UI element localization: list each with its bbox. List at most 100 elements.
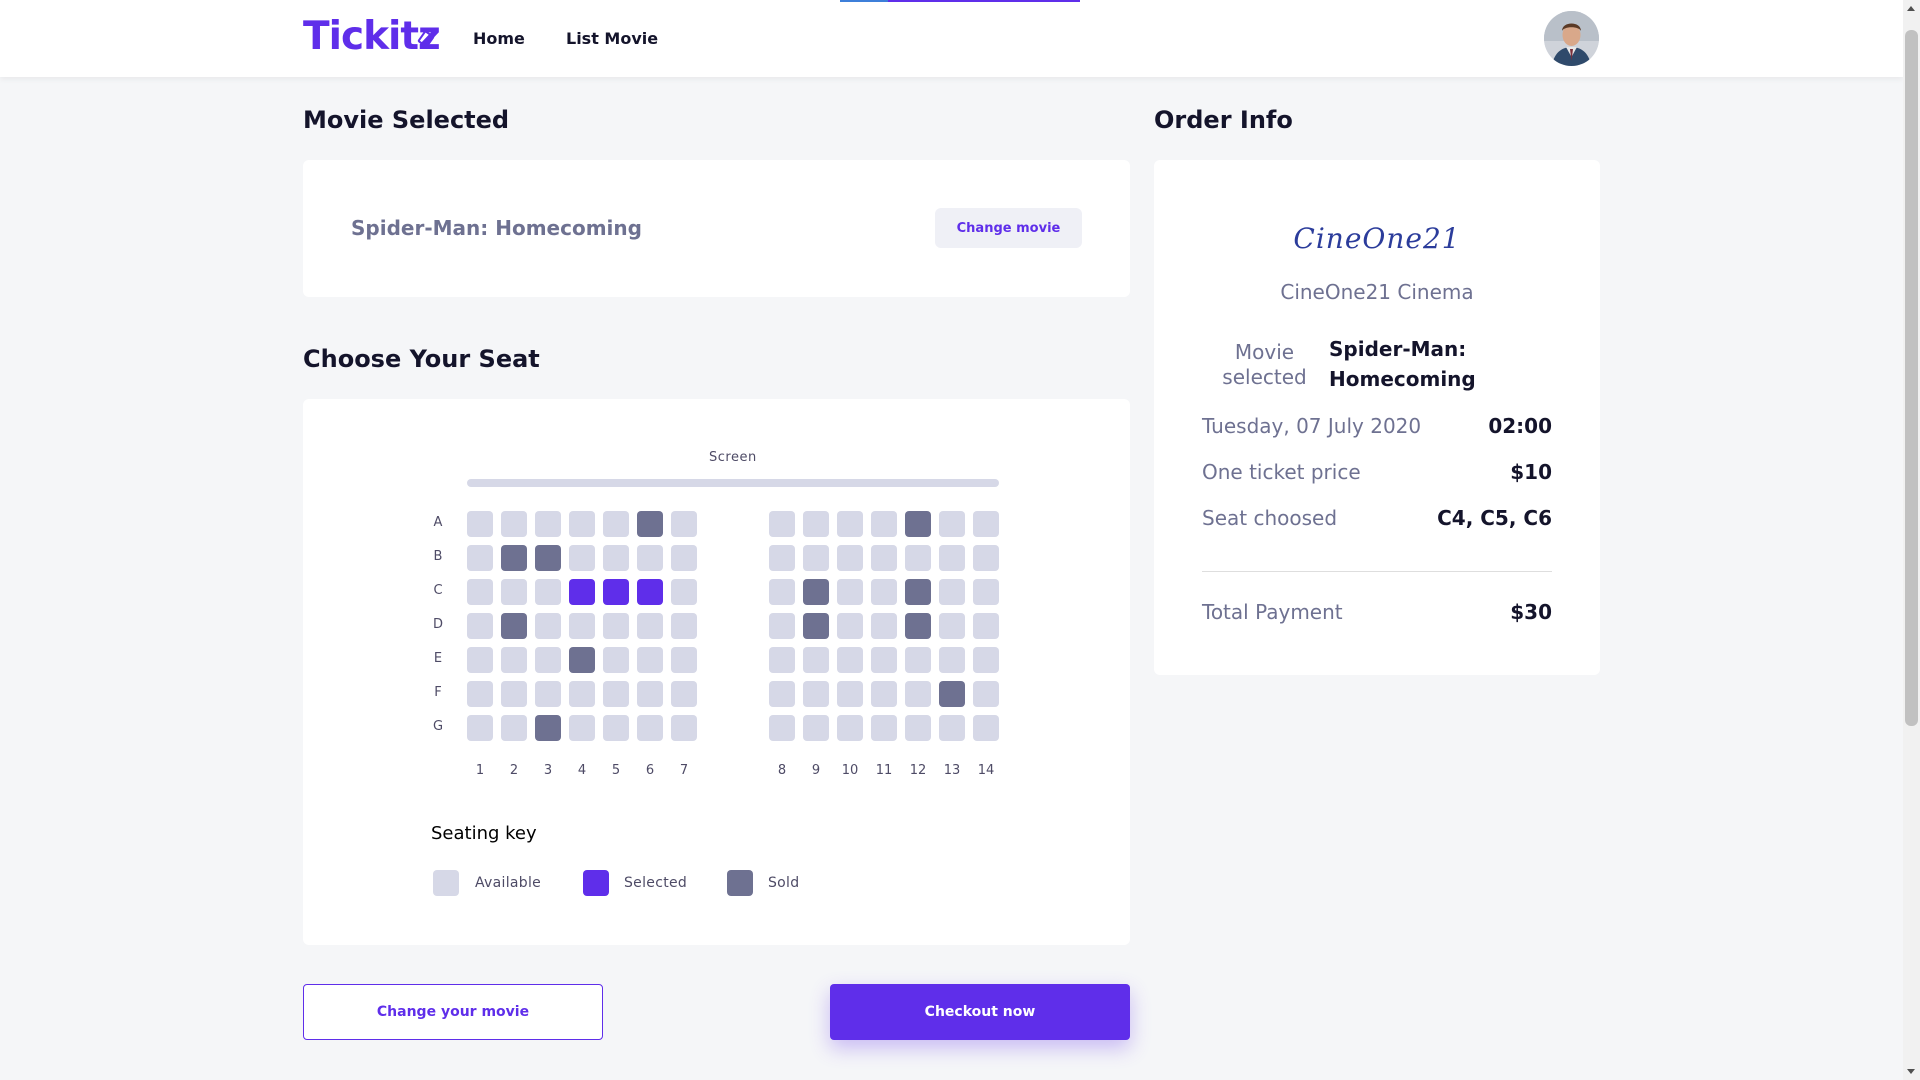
seat-D3[interactable] xyxy=(535,613,561,639)
seat-D11[interactable] xyxy=(871,613,897,639)
seat-A2[interactable] xyxy=(501,511,527,537)
seat-E9[interactable] xyxy=(803,647,829,673)
seat-G2[interactable] xyxy=(501,715,527,741)
seat-A4[interactable] xyxy=(569,511,595,537)
scrollbar-thumb[interactable] xyxy=(1905,30,1918,726)
seat-C3[interactable] xyxy=(535,579,561,605)
seat-F12[interactable] xyxy=(905,681,931,707)
seat-B10[interactable] xyxy=(837,545,863,571)
user-avatar[interactable] xyxy=(1544,11,1599,66)
seat-B11[interactable] xyxy=(871,545,897,571)
seat-F5[interactable] xyxy=(603,681,629,707)
seat-D10[interactable] xyxy=(837,613,863,639)
seat-E6[interactable] xyxy=(637,647,663,673)
seat-E10[interactable] xyxy=(837,647,863,673)
seat-A8[interactable] xyxy=(769,511,795,537)
seat-A5[interactable] xyxy=(603,511,629,537)
seat-A11[interactable] xyxy=(871,511,897,537)
seat-G14[interactable] xyxy=(973,715,999,741)
seat-E7[interactable] xyxy=(671,647,697,673)
seat-B4[interactable] xyxy=(569,545,595,571)
seat-C8[interactable] xyxy=(769,579,795,605)
seat-G8[interactable] xyxy=(769,715,795,741)
page-scrollbar[interactable] xyxy=(1903,0,1920,1080)
seat-C13[interactable] xyxy=(939,579,965,605)
seat-A10[interactable] xyxy=(837,511,863,537)
seat-B7[interactable] xyxy=(671,545,697,571)
seat-G4[interactable] xyxy=(569,715,595,741)
seat-E14[interactable] xyxy=(973,647,999,673)
seat-D1[interactable] xyxy=(467,613,493,639)
seat-F11[interactable] xyxy=(871,681,897,707)
seat-B1[interactable] xyxy=(467,545,493,571)
seat-G13[interactable] xyxy=(939,715,965,741)
seat-B6[interactable] xyxy=(637,545,663,571)
scroll-down-icon[interactable] xyxy=(1907,1069,1915,1074)
seat-C11[interactable] xyxy=(871,579,897,605)
seat-G7[interactable] xyxy=(671,715,697,741)
seat-A3[interactable] xyxy=(535,511,561,537)
seat-G9[interactable] xyxy=(803,715,829,741)
seat-D7[interactable] xyxy=(671,613,697,639)
seat-F2[interactable] xyxy=(501,681,527,707)
nav-home[interactable]: Home xyxy=(473,29,525,48)
seat-C10[interactable] xyxy=(837,579,863,605)
checkout-now-button[interactable]: Checkout now xyxy=(830,984,1130,1040)
seat-F1[interactable] xyxy=(467,681,493,707)
seat-D4[interactable] xyxy=(569,613,595,639)
seat-E1[interactable] xyxy=(467,647,493,673)
seat-E2[interactable] xyxy=(501,647,527,673)
seat-B14[interactable] xyxy=(973,545,999,571)
seat-D13[interactable] xyxy=(939,613,965,639)
seat-F6[interactable] xyxy=(637,681,663,707)
seat-F14[interactable] xyxy=(973,681,999,707)
seat-D14[interactable] xyxy=(973,613,999,639)
seat-F3[interactable] xyxy=(535,681,561,707)
seat-C1[interactable] xyxy=(467,579,493,605)
seat-A9[interactable] xyxy=(803,511,829,537)
seat-G1[interactable] xyxy=(467,715,493,741)
scroll-up-icon[interactable] xyxy=(1907,6,1915,11)
seat-B5[interactable] xyxy=(603,545,629,571)
seat-B8[interactable] xyxy=(769,545,795,571)
seat-C7[interactable] xyxy=(671,579,697,605)
order-divider xyxy=(1202,571,1552,572)
seat-E11[interactable] xyxy=(871,647,897,673)
seating-key-title: Seating key xyxy=(431,823,537,844)
seat-G11[interactable] xyxy=(871,715,897,741)
seat-F4[interactable] xyxy=(569,681,595,707)
seat-E12[interactable] xyxy=(905,647,931,673)
seat-D8[interactable] xyxy=(769,613,795,639)
nav-list-movie[interactable]: List Movie xyxy=(566,29,658,48)
change-your-movie-button[interactable]: Change your movie xyxy=(303,984,603,1040)
seat-G12[interactable] xyxy=(905,715,931,741)
seat-C6[interactable] xyxy=(637,579,663,605)
seat-B12[interactable] xyxy=(905,545,931,571)
seat-E8[interactable] xyxy=(769,647,795,673)
seat-F7[interactable] xyxy=(671,681,697,707)
seat-G6[interactable] xyxy=(637,715,663,741)
seat-F9[interactable] xyxy=(803,681,829,707)
seat-D6[interactable] xyxy=(637,613,663,639)
seat-E5[interactable] xyxy=(603,647,629,673)
seat-F10[interactable] xyxy=(837,681,863,707)
seat-C5[interactable] xyxy=(603,579,629,605)
seat-G10[interactable] xyxy=(837,715,863,741)
seat-E13[interactable] xyxy=(939,647,965,673)
seat-A1[interactable] xyxy=(467,511,493,537)
change-movie-button[interactable]: Change movie xyxy=(935,208,1082,248)
seat-A7[interactable] xyxy=(671,511,697,537)
key-available-swatch xyxy=(433,870,459,896)
seat-B9[interactable] xyxy=(803,545,829,571)
column-label-6: 6 xyxy=(645,763,655,778)
seat-G5[interactable] xyxy=(603,715,629,741)
seat-E3[interactable] xyxy=(535,647,561,673)
seat-A13[interactable] xyxy=(939,511,965,537)
seat-C4[interactable] xyxy=(569,579,595,605)
seat-C14[interactable] xyxy=(973,579,999,605)
seat-A14[interactable] xyxy=(973,511,999,537)
seat-C2[interactable] xyxy=(501,579,527,605)
seat-D5[interactable] xyxy=(603,613,629,639)
seat-F8[interactable] xyxy=(769,681,795,707)
seat-B13[interactable] xyxy=(939,545,965,571)
